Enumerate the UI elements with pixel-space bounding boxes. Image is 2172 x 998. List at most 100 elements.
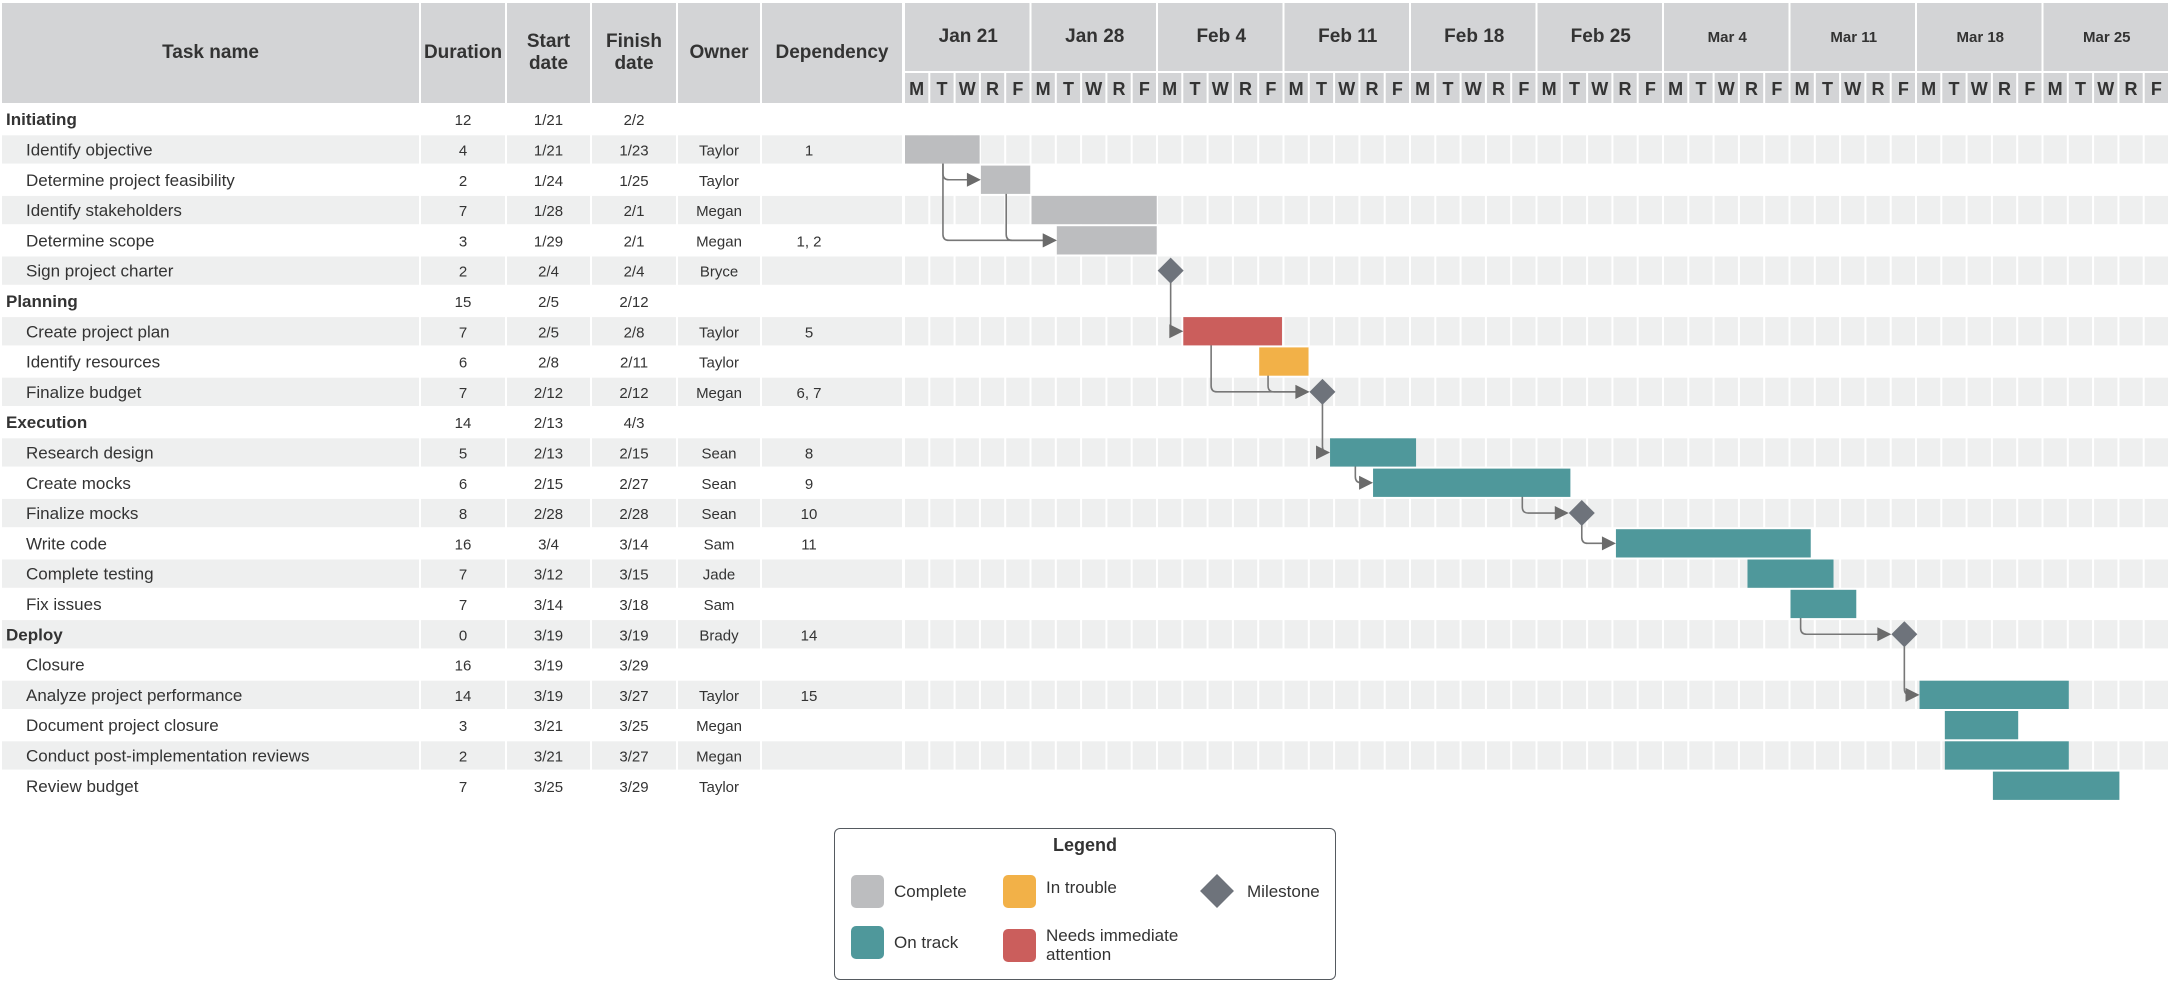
grid-cell xyxy=(1664,559,1688,588)
grid-cell xyxy=(2043,377,2067,406)
grid-cell xyxy=(1233,620,1258,649)
grid-cell xyxy=(1790,135,1814,164)
grid-cell xyxy=(1411,498,1435,528)
grid-cell xyxy=(1638,317,1662,346)
arrowhead-icon xyxy=(966,172,981,187)
grid-cell xyxy=(1082,135,1106,164)
row-background xyxy=(762,256,902,285)
grid-cell xyxy=(1815,256,1840,285)
grid-cell xyxy=(2119,438,2143,467)
day-label: T xyxy=(1569,79,1580,99)
cell-finish: 1/23 xyxy=(619,142,648,159)
grid-cell xyxy=(1360,256,1384,285)
grid-cell xyxy=(1385,498,1409,528)
cell-duration: 15 xyxy=(455,294,472,311)
cell-duration: 3 xyxy=(459,718,467,735)
grid-cell xyxy=(1259,680,1283,709)
task-name: Identify stakeholders xyxy=(26,201,182,220)
task-bar-needs_attention xyxy=(1183,317,1282,346)
grid-cell xyxy=(1992,377,2017,406)
grid-cell xyxy=(2043,256,2067,285)
grid-cell xyxy=(905,377,929,406)
day-label: M xyxy=(1542,79,1557,99)
grid-cell xyxy=(1917,438,1941,467)
grid-cell xyxy=(1841,680,1865,709)
grid-cell xyxy=(2068,377,2093,406)
grid-cell xyxy=(1714,741,1738,770)
grid-cell xyxy=(1436,256,1460,285)
grid-cell xyxy=(930,438,954,467)
grid-cell xyxy=(1309,135,1334,164)
grid-cell xyxy=(1107,680,1131,709)
grid-cell xyxy=(1815,377,1840,406)
cell-owner: Megan xyxy=(696,748,742,765)
grid-cell xyxy=(1841,438,1865,467)
grid-cell xyxy=(980,680,1005,709)
cell-start: 2/15 xyxy=(534,476,563,493)
grid-cell xyxy=(1259,741,1283,770)
day-label: W xyxy=(1465,79,1482,99)
grid-cell xyxy=(1486,377,1511,406)
column-header-label: Duration xyxy=(424,42,502,63)
grid-cell xyxy=(1082,741,1106,770)
legend-label: Needs immediate attention xyxy=(1046,926,1179,964)
day-label: F xyxy=(2024,79,2035,99)
day-label: F xyxy=(2151,79,2162,99)
grid-cell xyxy=(1638,620,1662,649)
grid-cell xyxy=(1917,620,1941,649)
grid-cell xyxy=(1360,498,1384,528)
grid-cell xyxy=(1790,377,1814,406)
grid-cell xyxy=(1031,317,1055,346)
grid-cell xyxy=(1739,256,1764,285)
grid-cell xyxy=(1790,741,1814,770)
grid-cell xyxy=(1841,377,1865,406)
grid-cell xyxy=(1385,741,1409,770)
cell-owner: Megan xyxy=(696,203,742,220)
grid-cell xyxy=(1082,620,1106,649)
grid-cell xyxy=(905,195,929,225)
grid-cell xyxy=(1183,741,1207,770)
task-bar-on_track xyxy=(1330,438,1417,467)
cell-finish: 2/12 xyxy=(619,385,648,402)
grid-cell xyxy=(1992,195,2017,225)
grid-cell xyxy=(905,438,929,467)
grid-cell xyxy=(1056,680,1081,709)
cell-start: 1/21 xyxy=(534,112,563,129)
grid-cell xyxy=(1132,317,1156,346)
grid-cell xyxy=(1613,195,1637,225)
grid-cell xyxy=(1790,680,1814,709)
grid-cell xyxy=(1739,741,1764,770)
grid-cell xyxy=(1132,620,1156,649)
grid-cell xyxy=(1765,438,1789,467)
grid-cell xyxy=(1613,620,1637,649)
grid-cell xyxy=(955,741,979,770)
legend-label: On track xyxy=(894,933,959,952)
in-trouble-swatch-icon xyxy=(1003,875,1036,908)
cell-duration: 4 xyxy=(459,142,467,159)
cell-start: 2/13 xyxy=(534,445,563,462)
grid-cell xyxy=(1411,135,1435,164)
cell-owner: Sam xyxy=(704,597,735,614)
task-name: Create mocks xyxy=(26,474,131,493)
cell-dependency: 10 xyxy=(801,506,818,523)
cell-finish: 2/1 xyxy=(624,203,645,220)
grid-cell xyxy=(1056,438,1081,467)
grid-cell xyxy=(1461,377,1485,406)
grid-cell xyxy=(1942,135,1966,164)
column-header-label: Task name xyxy=(162,42,259,63)
grid-cell xyxy=(1411,256,1435,285)
group-name: Initiating xyxy=(6,110,77,129)
grid-cell xyxy=(1562,135,1587,164)
grid-cell xyxy=(1537,741,1561,770)
grid-cell xyxy=(1436,741,1460,770)
cell-duration: 7 xyxy=(459,567,467,584)
grid-cell xyxy=(1158,377,1182,406)
cell-finish: 2/2 xyxy=(624,112,645,129)
cell-duration: 6 xyxy=(459,476,467,493)
grid-cell xyxy=(1411,741,1435,770)
task-name: Document project closure xyxy=(26,716,219,735)
grid-cell xyxy=(1815,680,1840,709)
grid-cell xyxy=(2144,498,2168,528)
grid-cell xyxy=(2043,438,2067,467)
grid-cell xyxy=(1335,135,1359,164)
